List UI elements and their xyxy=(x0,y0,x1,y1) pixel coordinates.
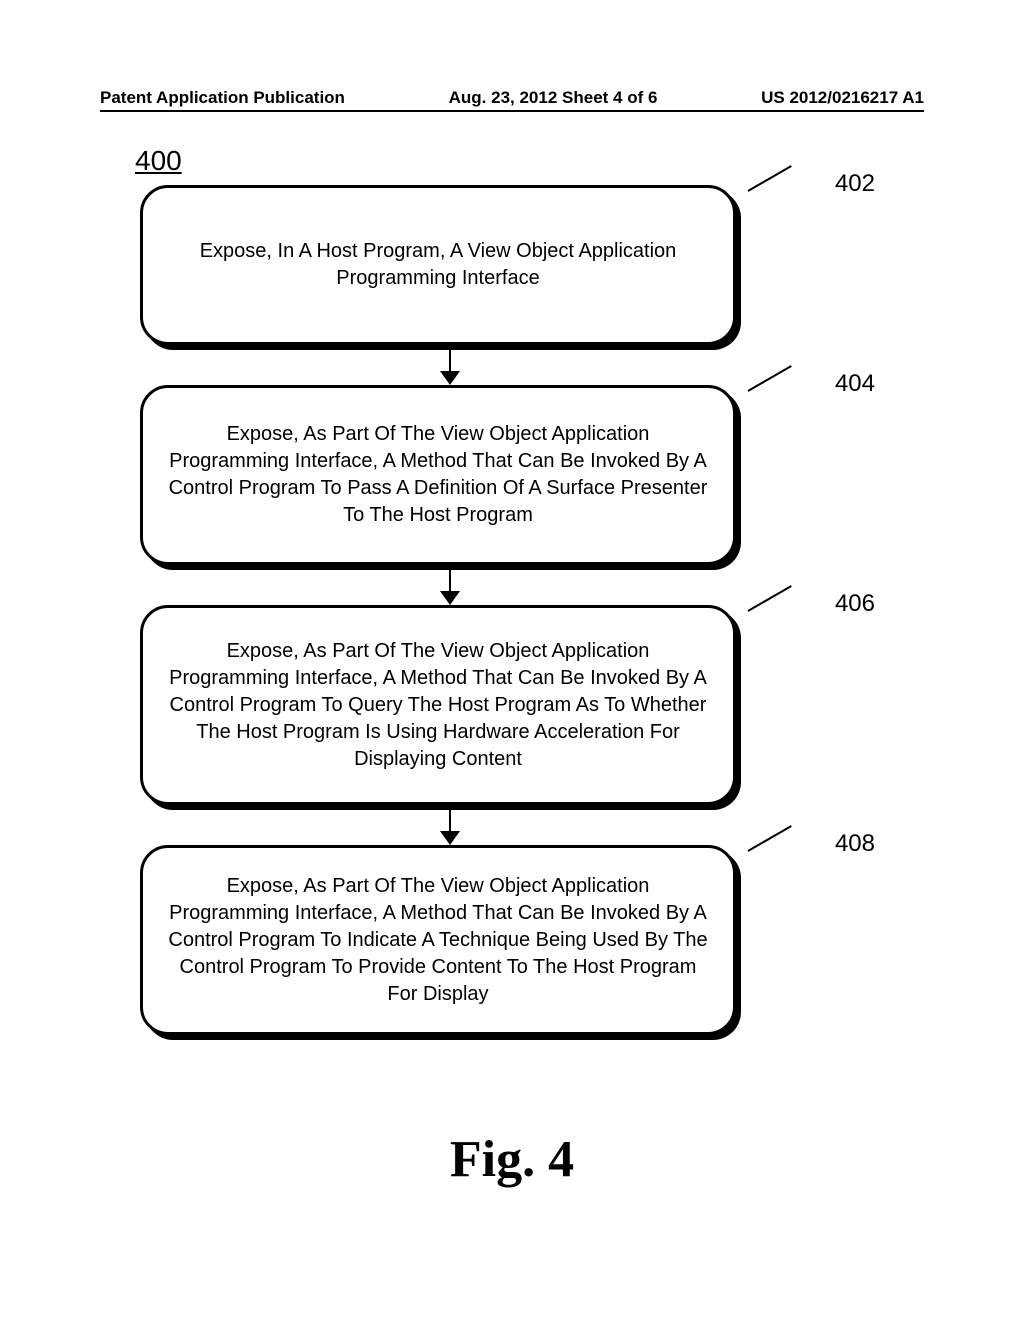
ref-402: 402 xyxy=(835,170,875,198)
header-divider xyxy=(100,110,924,112)
flowchart-diagram: 402 Expose, In A Host Program, A View Ob… xyxy=(140,185,760,1035)
header-right: US 2012/0216217 A1 xyxy=(761,88,924,108)
arrow-402-to-404 xyxy=(140,345,760,385)
step-408-container: 408 Expose, As Part Of The View Object A… xyxy=(140,845,760,1035)
step-404-container: 404 Expose, As Part Of The View Object A… xyxy=(140,385,760,565)
arrow-head-icon xyxy=(440,591,460,605)
step-402-box: Expose, In A Host Program, A View Object… xyxy=(140,185,736,345)
step-408-text: Expose, As Part Of The View Object Appli… xyxy=(167,873,709,1008)
step-402-text: Expose, In A Host Program, A View Object… xyxy=(167,238,709,292)
arrow-404-to-406 xyxy=(140,565,760,605)
leader-line-402 xyxy=(748,165,792,192)
step-404-text: Expose, As Part Of The View Object Appli… xyxy=(167,421,709,529)
header-center: Aug. 23, 2012 Sheet 4 of 6 xyxy=(449,88,658,108)
ref-408: 408 xyxy=(835,830,875,858)
arrow-line-icon xyxy=(449,565,451,591)
arrow-head-icon xyxy=(440,371,460,385)
arrow-line-icon xyxy=(449,805,451,831)
step-402-container: 402 Expose, In A Host Program, A View Ob… xyxy=(140,185,760,345)
header-left: Patent Application Publication xyxy=(100,88,345,108)
step-406-text: Expose, As Part Of The View Object Appli… xyxy=(167,638,709,773)
ref-404: 404 xyxy=(835,370,875,398)
figure-caption: Fig. 4 xyxy=(0,1130,1024,1189)
step-406-container: 406 Expose, As Part Of The View Object A… xyxy=(140,605,760,805)
page-header: Patent Application Publication Aug. 23, … xyxy=(0,88,1024,108)
step-406-box: Expose, As Part Of The View Object Appli… xyxy=(140,605,736,805)
ref-406: 406 xyxy=(835,590,875,618)
arrow-406-to-408 xyxy=(140,805,760,845)
arrow-line-icon xyxy=(449,345,451,371)
step-408-box: Expose, As Part Of The View Object Appli… xyxy=(140,845,736,1035)
figure-number: 400 xyxy=(135,145,182,177)
step-404-box: Expose, As Part Of The View Object Appli… xyxy=(140,385,736,565)
arrow-head-icon xyxy=(440,831,460,845)
